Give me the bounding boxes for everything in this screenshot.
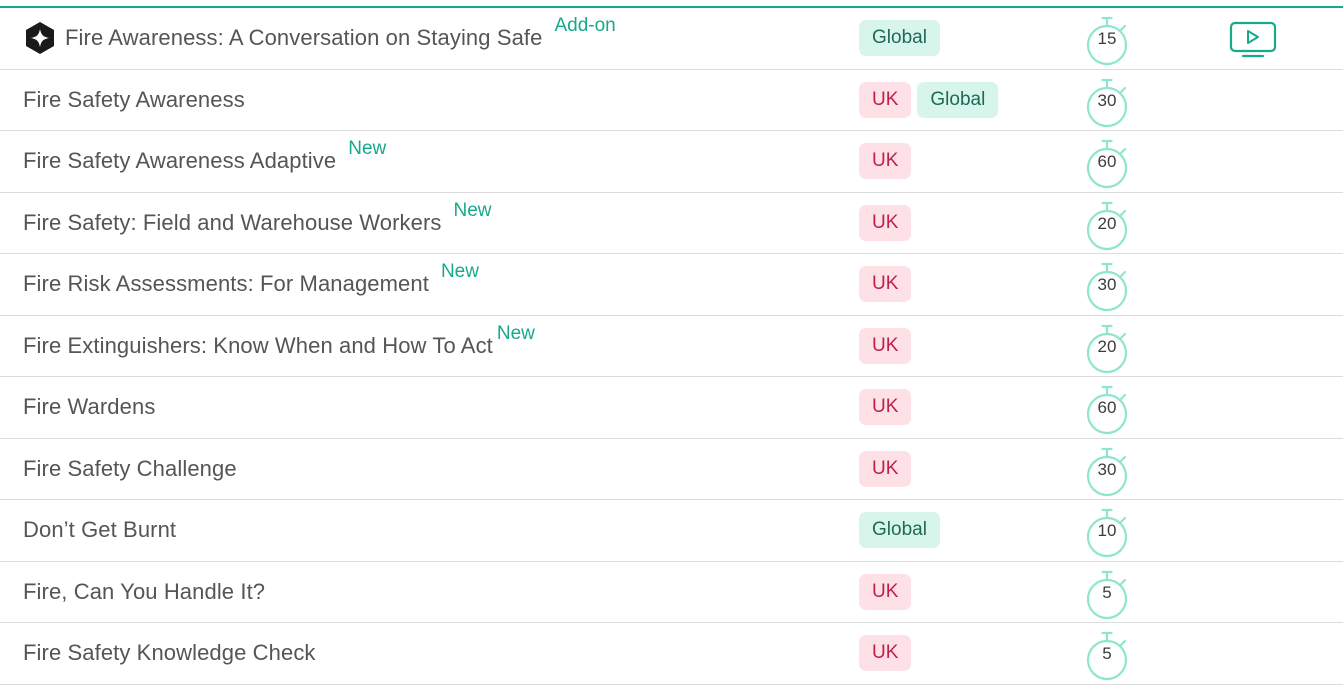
region-cell: Global	[859, 500, 940, 561]
course-title[interactable]: Fire Safety Challenge	[23, 456, 237, 482]
region-tag-uk: UK	[859, 266, 912, 303]
course-title[interactable]: Fire Safety Awareness Adaptive	[23, 148, 336, 174]
table-row[interactable]: Fire Safety Challenge UK 30	[0, 439, 1343, 500]
region-cell: UK	[859, 193, 912, 254]
course-title[interactable]: Don’t Get Burnt	[23, 517, 176, 543]
course-title[interactable]: Fire Extinguishers: Know When and How To…	[23, 333, 493, 359]
region-cell: UK	[859, 316, 912, 377]
new-badge: New	[453, 199, 492, 221]
region-cell: UK	[859, 623, 912, 684]
duration-minutes: 10	[1097, 521, 1117, 540]
duration-minutes: 15	[1097, 29, 1117, 48]
region-cell: UK	[859, 131, 912, 192]
region-cell: UK	[859, 254, 912, 315]
region-cell: UK	[859, 562, 912, 623]
new-badge: New	[496, 322, 535, 344]
course-title[interactable]: Fire Wardens	[23, 394, 155, 420]
title-cell: Fire Safety Challenge	[23, 439, 237, 500]
course-title[interactable]: Fire Awareness: A Conversation on Stayin…	[65, 25, 542, 51]
table-row[interactable]: Fire Risk Assessments: For Management Ne…	[0, 254, 1343, 316]
course-title[interactable]: Fire Risk Assessments: For Management	[23, 271, 429, 297]
duration-minutes: 5	[1102, 582, 1112, 602]
title-cell: Fire Safety Awareness	[23, 70, 245, 131]
course-table: Fire Awareness: A Conversation on Stayin…	[0, 8, 1343, 685]
duration-minutes: 30	[1097, 90, 1117, 110]
duration-minutes: 30	[1097, 459, 1117, 479]
table-row[interactable]: Fire Awareness: A Conversation on Stayin…	[0, 8, 1343, 70]
table-row[interactable]: Fire Safety: Field and Warehouse Workers…	[0, 193, 1343, 254]
region-tag-global: Global	[859, 20, 940, 57]
title-cell: Fire Extinguishers: Know When and How To…	[23, 316, 535, 377]
title-cell: Fire Awareness: A Conversation on Stayin…	[23, 8, 616, 69]
table-row[interactable]: Fire Extinguishers: Know When and How To…	[0, 316, 1343, 377]
table-row[interactable]: Fire Safety Awareness UK Global 30	[0, 70, 1343, 131]
table-row[interactable]: Fire Safety Awareness Adaptive New UK 60	[0, 131, 1343, 193]
duration-minutes: 20	[1097, 336, 1117, 356]
title-cell: Fire Safety: Field and Warehouse Workers…	[23, 193, 492, 254]
title-cell: Fire Wardens	[23, 377, 155, 438]
title-cell: Fire Risk Assessments: For Management Ne…	[23, 254, 479, 315]
duration-minutes: 20	[1097, 213, 1117, 233]
new-badge: New	[440, 261, 479, 283]
region-cell: UK Global	[859, 70, 999, 131]
region-tag-uk: UK	[859, 143, 912, 180]
region-tag-uk: UK	[859, 389, 912, 426]
region-tag-global: Global	[859, 512, 940, 549]
video-play-icon[interactable]	[1229, 21, 1277, 59]
region-cell: UK	[859, 377, 912, 438]
brand-logo-icon	[26, 22, 54, 55]
addon-badge: Add-on	[554, 15, 616, 37]
region-cell: Global	[859, 8, 940, 69]
region-tag-uk: UK	[859, 635, 912, 672]
table-row[interactable]: Fire Wardens UK 60	[0, 377, 1343, 439]
title-cell: Fire Safety Awareness Adaptive New	[23, 131, 386, 192]
region-tag-uk: UK	[859, 204, 912, 241]
duration-minutes: 60	[1097, 152, 1117, 171]
duration-minutes: 30	[1097, 275, 1117, 294]
course-title[interactable]: Fire Safety Awareness	[23, 87, 245, 113]
title-cell: Fire Safety Knowledge Check	[23, 623, 316, 684]
table-row[interactable]: Don’t Get Burnt Global 10	[0, 500, 1343, 562]
new-badge: New	[348, 138, 387, 160]
table-row[interactable]: Fire, Can You Handle It? UK 5	[0, 562, 1343, 623]
title-cell: Fire, Can You Handle It?	[23, 562, 265, 623]
course-title[interactable]: Fire Safety: Field and Warehouse Workers	[23, 210, 442, 236]
region-tag-uk: UK	[859, 450, 912, 487]
region-tag-global: Global	[917, 81, 999, 118]
region-tag-uk: UK	[859, 327, 912, 364]
duration-minutes: 60	[1097, 398, 1117, 417]
region-tag-uk: UK	[859, 81, 912, 118]
title-cell: Don’t Get Burnt	[23, 500, 176, 561]
table-row[interactable]: Fire Safety Knowledge Check UK 5	[0, 623, 1343, 685]
course-title[interactable]: Fire Safety Knowledge Check	[23, 640, 316, 666]
course-title[interactable]: Fire, Can You Handle It?	[23, 579, 265, 605]
region-cell: UK	[859, 439, 912, 500]
region-tag-uk: UK	[859, 573, 912, 610]
duration-minutes: 5	[1102, 644, 1112, 663]
